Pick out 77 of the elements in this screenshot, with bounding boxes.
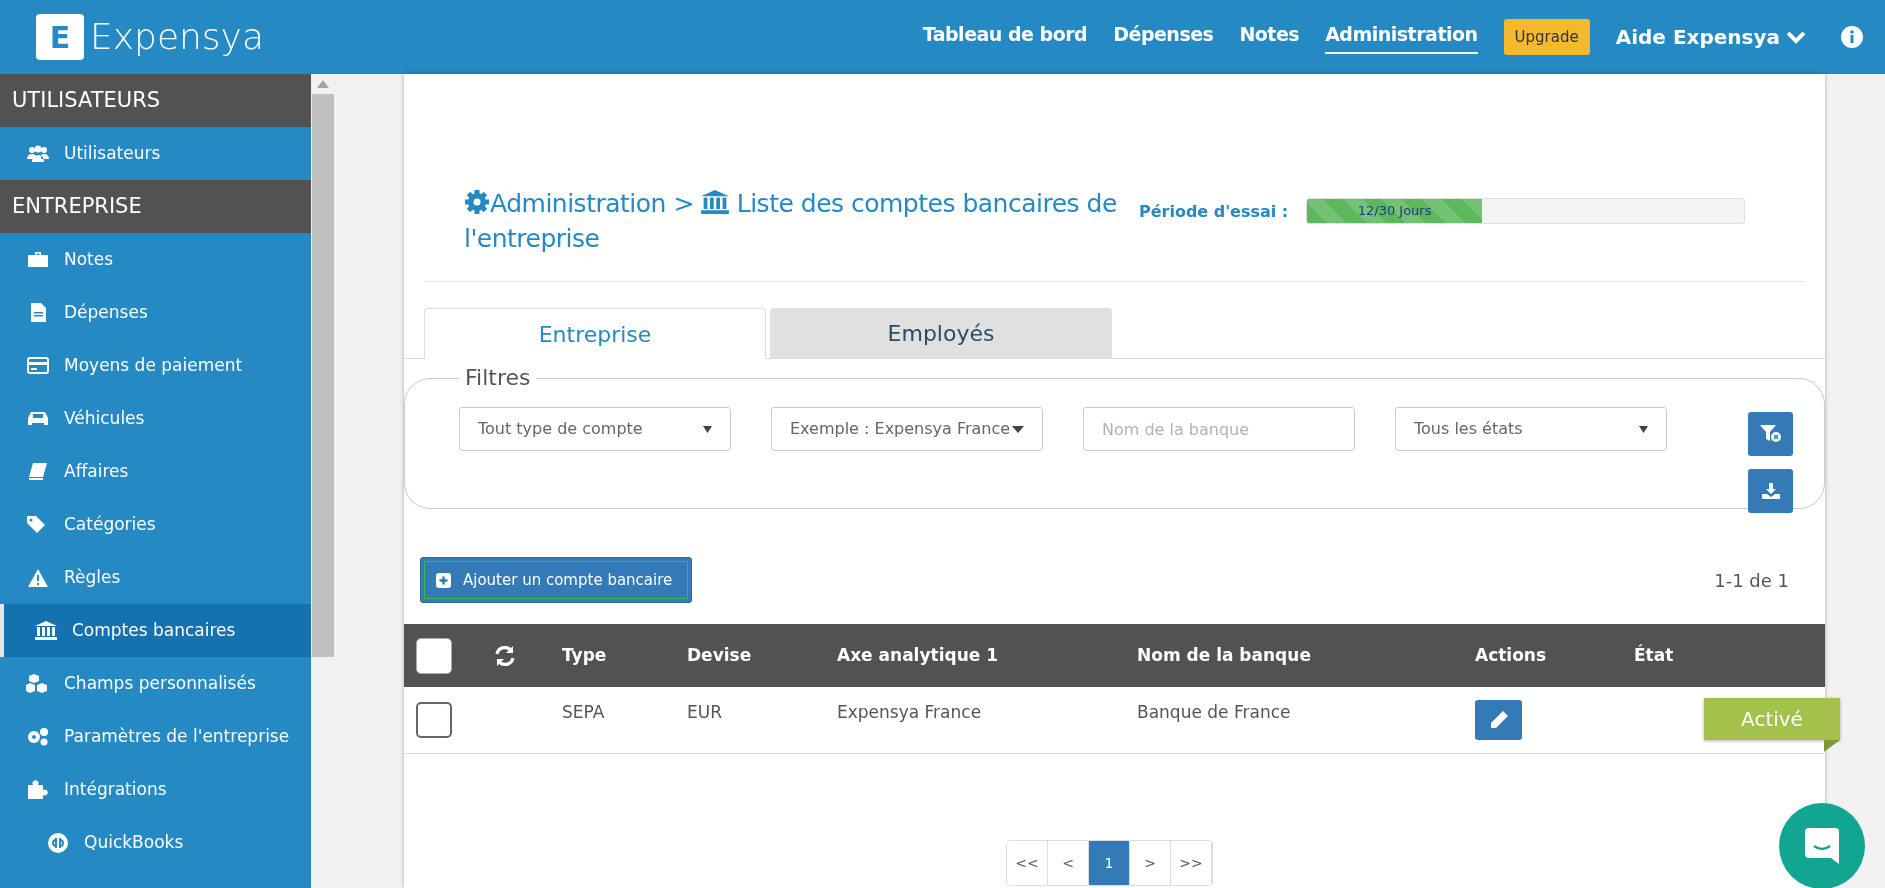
sidebar-item[interactable]: Notes <box>0 233 311 286</box>
pencil-icon <box>1488 710 1509 730</box>
refresh-icon[interactable] <box>494 644 516 667</box>
page-link[interactable]: << <box>1007 841 1048 885</box>
document-icon <box>30 303 46 322</box>
sidebar-item[interactable]: Règles <box>0 551 311 604</box>
status-ribbon: Activé <box>1704 698 1840 740</box>
chevron-down-icon <box>1786 30 1806 44</box>
filters-legend: Filtres <box>459 367 537 389</box>
progress-reading: 12/30 Jours <box>1357 202 1432 221</box>
sidebar-item[interactable]: Dépenses <box>0 286 311 339</box>
column-header: Actions <box>1475 643 1548 667</box>
table-cell-text: Banque de France <box>1137 701 1292 724</box>
ribbon-fold-icon <box>1824 740 1840 752</box>
sidebar-item[interactable]: Comptes bancaires <box>0 604 311 657</box>
puzzle-icon <box>28 780 48 799</box>
table-cell-text: EUR <box>687 701 723 724</box>
sidebar-item[interactable]: Affaires <box>0 445 311 498</box>
sidebar-item[interactable]: Moyens de paiement <box>0 339 311 392</box>
page-title: Administration > Liste des comptes bancaires de l'entreprise <box>464 188 1118 255</box>
warning-icon <box>28 568 48 587</box>
bank-name-field[interactable]: Nom de la banque <box>1083 407 1355 451</box>
column-header: Axe analytique 1 <box>837 643 1000 667</box>
briefcase-icon <box>28 251 48 268</box>
upgrade-button[interactable]: Upgrade <box>1503 18 1590 56</box>
bank-icon <box>701 190 730 214</box>
credit-card-icon <box>27 357 49 374</box>
info-icon[interactable] <box>1841 26 1863 48</box>
filter-clear-icon <box>1759 425 1782 443</box>
car-icon <box>27 410 49 427</box>
page-link[interactable]: 1 <box>1089 841 1130 885</box>
clear-filter-button[interactable] <box>1748 412 1793 456</box>
nav-link[interactable]: Administration <box>1325 20 1478 54</box>
dropdown[interactable]: Exemple : Expensya France <box>771 407 1043 451</box>
add-bank-account-button[interactable]: Ajouter un compte bancaire <box>420 557 692 603</box>
nav-link[interactable]: Tableau de bord <box>922 20 1088 54</box>
download-icon <box>1761 483 1780 499</box>
caret-icon <box>703 425 712 433</box>
sidebar-item[interactable]: QuickBooks <box>0 816 311 869</box>
dropdown[interactable]: Tout type de compte <box>459 407 731 451</box>
download-button[interactable] <box>1748 469 1793 513</box>
table-cell-text: Expensya France <box>837 701 983 724</box>
chat-icon <box>1803 826 1841 866</box>
trial-label: Période d'essai : <box>1138 201 1289 223</box>
column-header: Nom de la banque <box>1137 643 1312 667</box>
gear-icon <box>464 189 490 215</box>
nav-link[interactable]: Dépenses <box>1113 20 1214 54</box>
book-icon <box>29 463 47 480</box>
sidebar-item[interactable]: Intégrations <box>0 763 311 816</box>
sidebar-section-header: UTILISATEURS <box>0 74 311 127</box>
users-icon <box>27 144 49 163</box>
cubes-icon <box>26 674 50 693</box>
logo-mark: E <box>36 14 84 60</box>
tab[interactable]: Employés <box>770 308 1112 358</box>
sidebar-item[interactable]: Paramètres de l'entreprise <box>0 710 311 763</box>
sidebar-item[interactable]: Véhicules <box>0 392 311 445</box>
edit-button[interactable] <box>1475 700 1522 740</box>
select-all-checkbox[interactable] <box>416 637 452 674</box>
caret-icon <box>1012 425 1024 433</box>
sidebar-item[interactable]: Utilisateurs <box>0 127 311 180</box>
dropdown[interactable]: Tous les états <box>1395 407 1667 451</box>
bank-icon <box>35 621 57 640</box>
table-cell-text: SEPA <box>562 701 606 724</box>
sidebar-item[interactable]: Catégories <box>0 498 311 551</box>
plus-square-icon <box>436 572 451 588</box>
column-header: État <box>1634 643 1675 667</box>
sidebar-section-header: ENTREPRISE <box>0 180 311 233</box>
column-header: Devise <box>687 643 753 667</box>
app-name: Expensya <box>90 15 264 59</box>
tab[interactable]: Entreprise <box>424 308 766 359</box>
nav-link[interactable]: Notes <box>1239 20 1300 54</box>
column-header: Type <box>562 643 608 667</box>
sidebar-item[interactable]: Champs personnalisés <box>0 657 311 710</box>
row-checkbox[interactable] <box>416 702 452 738</box>
caret-icon <box>1639 425 1648 433</box>
help-menu[interactable]: Aide Expensya <box>1615 22 1806 52</box>
result-count: 1-1 de 1 <box>1714 568 1789 593</box>
